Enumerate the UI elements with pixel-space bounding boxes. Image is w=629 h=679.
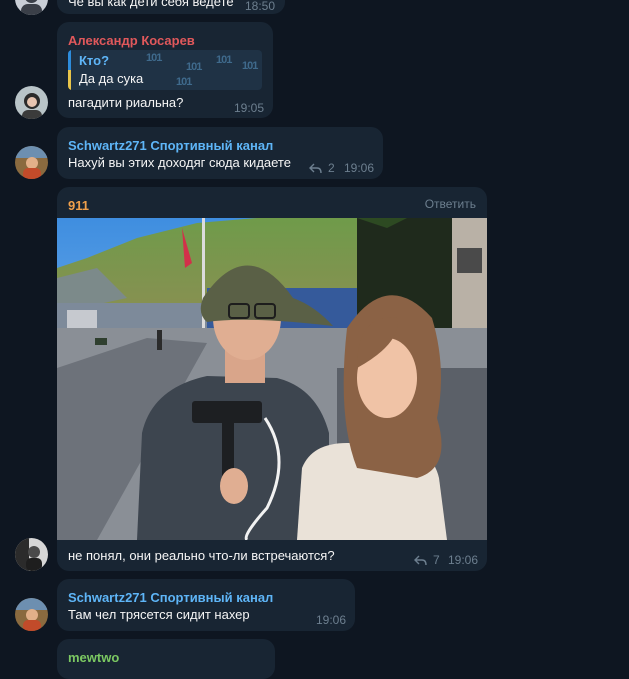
avatar-user-0[interactable]	[15, 0, 48, 15]
avatar-user-1[interactable]	[15, 86, 48, 119]
reply-count-value: 2	[328, 161, 335, 175]
avatar-user-4[interactable]	[15, 598, 48, 631]
sender-name[interactable]: 911	[68, 198, 89, 213]
avatar-user-2[interactable]	[15, 146, 48, 179]
quote-pattern: 101	[146, 52, 162, 64]
message-time: 19:05	[233, 101, 264, 115]
quote-accent-bar	[68, 50, 71, 90]
quote-pattern: 101	[186, 61, 202, 73]
reply-count[interactable]: 7	[414, 553, 440, 567]
message-text: Че вы как дети себя ведете	[68, 0, 234, 9]
photo-attachment[interactable]	[57, 218, 487, 540]
message-text: пагадити риальна?	[68, 95, 184, 110]
message-time: 18:50	[244, 0, 275, 13]
avatar-user-3[interactable]	[15, 538, 48, 571]
sender-name[interactable]: Александр Косарев	[68, 33, 195, 48]
sender-name[interactable]: Schwartz271 Спортивный канал	[68, 590, 273, 605]
message-text: Нахуй вы этих доходяг сюда кидаете	[68, 155, 291, 170]
message-bubble-0[interactable]: Че вы как дети себя ведете 18:50	[57, 0, 285, 14]
quote-pattern: 101	[242, 60, 258, 72]
reply-count[interactable]: 2	[309, 161, 335, 175]
message-text: Там чел трясется сидит нахер	[68, 607, 250, 622]
message-time: 19:06	[315, 613, 346, 627]
quote-text: Да да сука	[79, 71, 144, 86]
message-bubble-5[interactable]: mewtwo	[57, 639, 275, 679]
message-bubble-3[interactable]: 911 Ответить не понял, они реально что-л…	[57, 187, 487, 571]
message-time: 19:06	[447, 553, 478, 567]
quoted-reply[interactable]: 101 101 101 101 101 Кто? Да да сука	[68, 50, 262, 90]
message-time: 19:06	[343, 161, 374, 175]
sender-name[interactable]: Schwartz271 Спортивный канал	[68, 138, 273, 153]
reply-count-value: 7	[433, 553, 440, 567]
photo-image	[57, 218, 487, 540]
reply-button[interactable]: Ответить	[425, 197, 476, 211]
reply-arrow-icon	[414, 555, 427, 565]
message-bubble-2[interactable]: Schwartz271 Спортивный канал Нахуй вы эт…	[57, 127, 383, 179]
reply-arrow-icon	[309, 163, 322, 173]
quote-pattern: 101	[216, 54, 232, 66]
message-bubble-4[interactable]: Schwartz271 Спортивный канал Там чел тря…	[57, 579, 355, 631]
quote-author: Кто?	[79, 53, 110, 68]
quote-pattern: 101	[176, 76, 192, 88]
message-text: не понял, они реально что-ли встречаются…	[68, 548, 335, 563]
message-bubble-1[interactable]: Александр Косарев 101 101 101 101 101 Кт…	[57, 22, 273, 118]
